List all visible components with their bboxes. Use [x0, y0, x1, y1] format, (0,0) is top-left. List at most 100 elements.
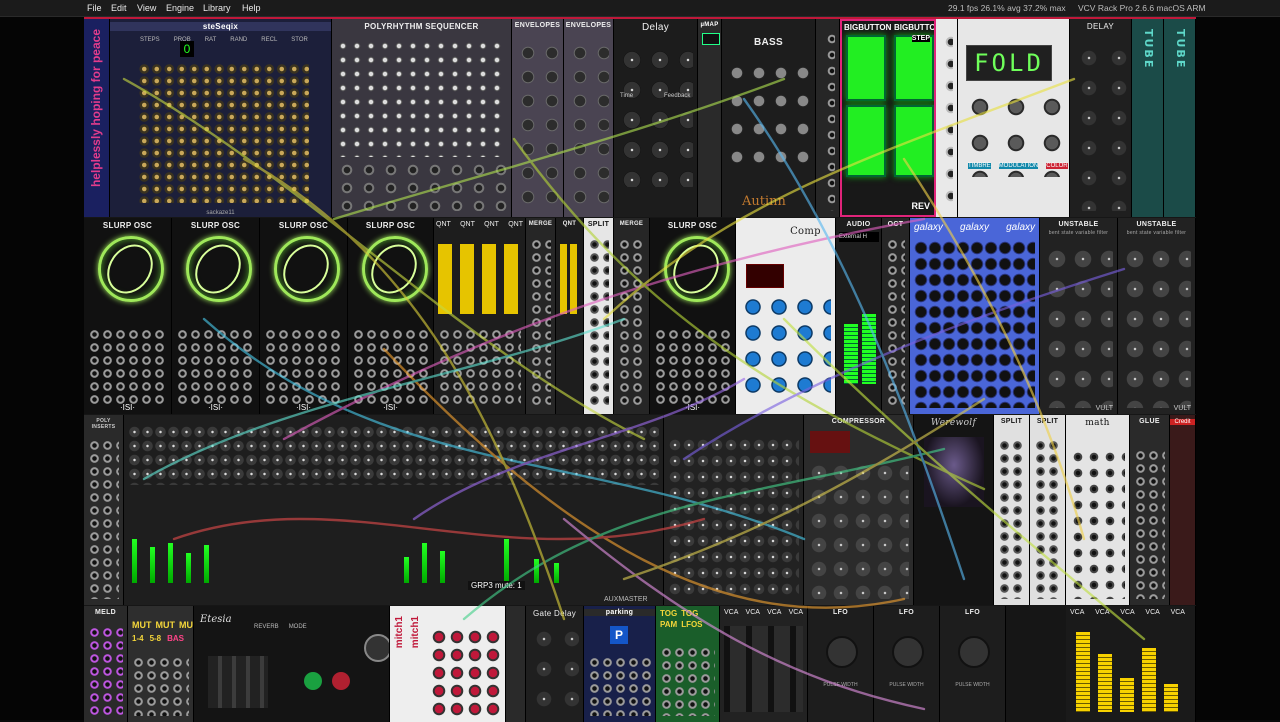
merge-2-module[interactable]: MERGE [614, 218, 650, 414]
qnt-jacks[interactable] [438, 328, 521, 408]
mixer-fader-8[interactable] [440, 551, 445, 583]
slurp-osc-1[interactable]: SLURP OSC ·ISI· [84, 218, 172, 414]
quantizer-bank[interactable]: QNT QNT QNT QNT [434, 218, 526, 414]
mute-buttons[interactable]: MUTMUTMUT 1-45-8BAS [128, 606, 194, 722]
gate-delay-knobs[interactable] [530, 624, 579, 716]
row4-1-4-panel[interactable] [506, 606, 526, 722]
mitch-module[interactable]: mitch1 mitch1 [390, 606, 506, 722]
mixer-fader-7[interactable] [422, 543, 427, 583]
lfo-2[interactable]: LFO PULSE WIDTH [874, 606, 940, 722]
audio-device[interactable]: External H [839, 232, 879, 242]
lfo-3[interactable]: LFO PULSE WIDTH [940, 606, 1006, 722]
bass-knobs[interactable] [726, 59, 811, 177]
slurp-osc-3[interactable]: SLURP OSC ·ISI· [260, 218, 348, 414]
mixer-module[interactable]: GRP3 mute: 1 AUXMASTER [124, 415, 664, 605]
menu-edit[interactable]: Edit [111, 0, 127, 16]
etesia-module[interactable]: Etesia REVERB MODE [194, 606, 390, 722]
lfo-2-knob[interactable] [892, 636, 924, 668]
envelopes-2-knobs[interactable] [568, 41, 609, 211]
poly-inserts-jacks[interactable] [88, 439, 119, 599]
vca-bank-1[interactable]: VCA VCA VCA VCA [720, 606, 808, 722]
mixer-fader-4[interactable] [186, 553, 191, 583]
cv-module[interactable] [816, 19, 840, 217]
cv-jacks[interactable] [820, 31, 835, 211]
meld-module[interactable]: MELD [84, 606, 128, 722]
slurp-osc-1-jacks[interactable] [88, 328, 167, 408]
slurp-osc-2-jacks[interactable] [176, 328, 255, 408]
menu-view[interactable]: View [137, 0, 156, 16]
menu-help[interactable]: Help [242, 0, 261, 16]
compressor-module[interactable]: COMPRESSOR [804, 415, 914, 605]
umap-module[interactable]: µMAP [698, 19, 722, 217]
unstable-2[interactable]: UNSTABLE bent state variable filter VULT [1118, 218, 1196, 414]
lfo-1-knob[interactable] [826, 636, 858, 668]
unstable-1-knobs[interactable] [1044, 244, 1113, 408]
delay-knobs[interactable] [618, 45, 693, 187]
merge-2-jacks[interactable] [618, 238, 645, 408]
bigbutton-pad-3[interactable] [846, 105, 886, 177]
unstable-1[interactable]: UNSTABLE bent state variable filter VULT [1040, 218, 1118, 414]
bigbutton-pad-2[interactable] [894, 35, 934, 101]
delay-module[interactable]: Delay Time Feedback [614, 19, 698, 217]
bigbutton-pad-4[interactable] [894, 105, 934, 177]
delay-2-knobs[interactable] [1074, 43, 1127, 211]
meld-jacks[interactable] [88, 626, 123, 716]
glue-jacks[interactable] [1134, 449, 1165, 599]
envelopes-1-knobs[interactable] [516, 41, 559, 211]
lfo-1[interactable]: LFO PULSE WIDTH [808, 606, 874, 722]
menu-library[interactable]: Library [203, 0, 231, 16]
fold-oscillator[interactable]: FOLD TIMBRE MODULATION COLOR [958, 19, 1070, 217]
vca-bank-2[interactable]: VCA VCA VCA VCA VCA [1066, 606, 1196, 722]
parking-jacks[interactable] [588, 656, 651, 716]
split-2-module[interactable]: SPLIT [994, 415, 1030, 605]
mixer-fader-6[interactable] [404, 557, 409, 583]
aux-section[interactable] [664, 415, 804, 605]
tog-module[interactable]: TOG TOG PAM LFOS [656, 606, 720, 722]
compressor-knobs[interactable] [808, 461, 909, 599]
credit-module[interactable]: Credit [1170, 415, 1196, 605]
qnt-2-keys[interactable] [560, 244, 580, 314]
module-rack[interactable]: helplessly hoping for peace steSeqix STE… [84, 17, 1196, 722]
menu-file[interactable]: File [87, 0, 102, 16]
bigbutton-pair[interactable]: BIGBUTTON BIGBUTTON REV STEP [840, 19, 936, 217]
slurp-osc-5-jacks[interactable] [654, 328, 731, 408]
parking-module[interactable]: parking P [584, 606, 656, 722]
math-jacks[interactable] [1070, 449, 1125, 599]
poly-inserts[interactable]: POLY INSERTS [84, 415, 124, 605]
trg-panel[interactable] [936, 19, 958, 217]
werewolf-module[interactable]: Werewolf [914, 415, 994, 605]
mut-jacks[interactable] [132, 656, 189, 716]
oct-jacks[interactable] [886, 238, 905, 408]
slurp-osc-5[interactable]: SLURP OSC ·ISI· [650, 218, 736, 414]
qnt-2-module[interactable]: QNT [556, 218, 584, 414]
split-module[interactable]: SPLIT [584, 218, 614, 414]
lfo-3-knob[interactable] [958, 636, 990, 668]
etesia-green-button[interactable] [304, 672, 322, 690]
split-3-jacks[interactable] [1034, 439, 1061, 599]
etesia-red-button[interactable] [332, 672, 350, 690]
audio-module[interactable]: AUDIO External H [836, 218, 882, 414]
comp-module[interactable]: Comp [736, 218, 836, 414]
trg-jacks[interactable] [940, 31, 953, 211]
mixer-fader-2[interactable] [150, 547, 155, 583]
tube-2[interactable]: TUBE [1164, 19, 1196, 217]
comp-knobs[interactable] [740, 294, 831, 394]
bass-module[interactable]: BASS Autinn [722, 19, 816, 217]
etesia-big-knob[interactable] [364, 634, 389, 662]
galaxy-knobs[interactable] [914, 240, 1035, 408]
mixer-fader-10[interactable] [534, 559, 539, 583]
polyrhythm-sequencer[interactable]: POLYRHYTHM SEQUENCER [332, 19, 512, 217]
glue-module[interactable]: GLUE [1130, 415, 1170, 605]
split-jacks[interactable] [588, 238, 609, 408]
mitch-knobs[interactable] [430, 628, 501, 716]
mixer-fader-9[interactable] [504, 539, 509, 583]
delay-2-module[interactable]: DELAY [1070, 19, 1132, 217]
bigbutton-pad-1[interactable] [846, 35, 886, 101]
slurp-osc-3-jacks[interactable] [264, 328, 343, 408]
slurp-osc-4-jacks[interactable] [352, 328, 429, 408]
merge-module[interactable]: MERGE [526, 218, 556, 414]
mixer-fader-11[interactable] [554, 563, 559, 583]
mixer-fader-1[interactable] [132, 539, 137, 583]
poly-jacks[interactable] [336, 161, 507, 211]
menu-engine[interactable]: Engine [166, 0, 194, 16]
